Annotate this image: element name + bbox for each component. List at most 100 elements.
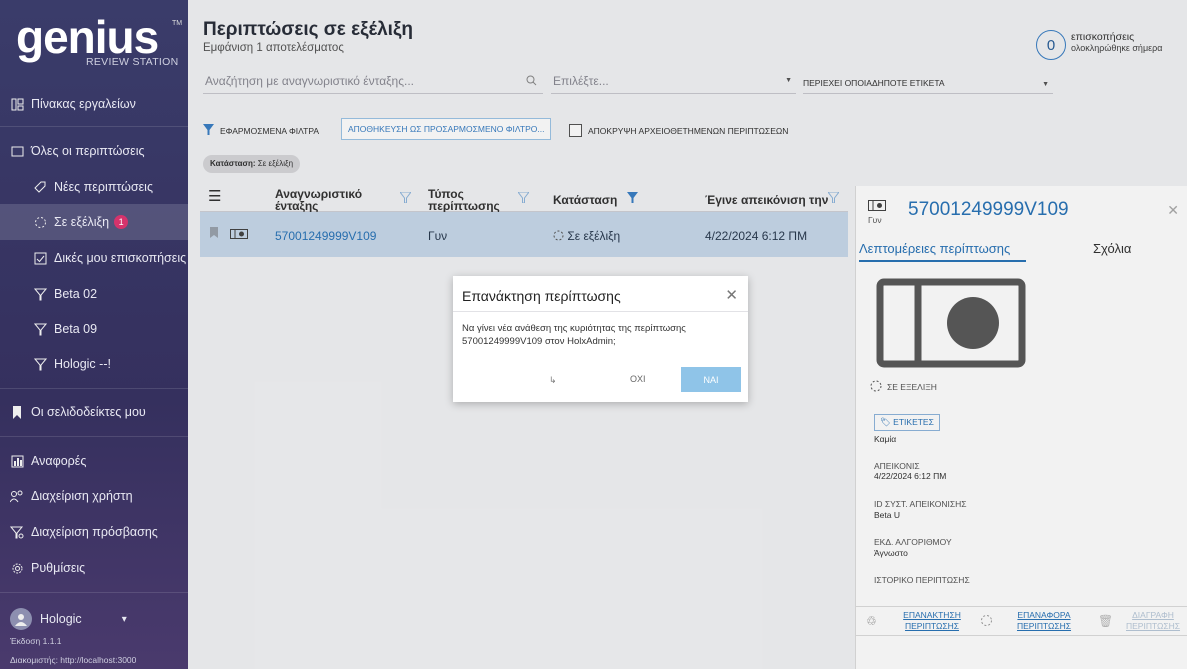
col-imaged[interactable]: Έγινε απεικόνιση την xyxy=(705,194,828,206)
user-menu[interactable]: Hologic ▾ xyxy=(10,608,127,630)
cell-accession[interactable]: 57001249999V109 xyxy=(275,229,376,243)
sidebar-item-in-progress[interactable]: Σε εξέλιξη 1 xyxy=(0,204,188,240)
col-case-type-line2: περίπτωσης xyxy=(428,199,500,213)
sidebar-item-access-management[interactable]: Διαχείριση πρόσβασης xyxy=(0,514,188,550)
sidebar-item-label: Διαχείριση πρόσβασης xyxy=(31,525,158,539)
panel-case-id: 57001249999V109 xyxy=(908,199,1069,220)
sidebar-item-label: Πίνακας εργαλείων xyxy=(31,97,136,111)
tags-button[interactable]: 🏷 ΕΤΙΚΕΤΕΣ xyxy=(874,414,940,431)
filter-icon[interactable] xyxy=(827,191,840,206)
cell-imaged: 4/22/2024 6:12 ΠΜ xyxy=(705,229,808,243)
app-logo: genius TM REVIEW STATION xyxy=(16,12,182,72)
bookmark-icon[interactable] xyxy=(210,227,218,241)
filter-icon[interactable] xyxy=(399,191,412,206)
col-accession[interactable]: Αναγνωριστικό ένταξης xyxy=(275,188,362,212)
case-select[interactable]: Επιλέξτε... ▼ xyxy=(551,72,796,94)
in-progress-icon xyxy=(980,614,993,630)
chip-key: Κατάσταση: xyxy=(210,159,256,168)
panel-status-text: ΣΕ ΕΞΕΛΙΞΗ xyxy=(887,382,937,392)
no-button[interactable]: ΟΧΙ xyxy=(630,374,646,384)
yes-button[interactable]: ΝΑΙ xyxy=(681,367,741,392)
sidebar-item-bookmarks[interactable]: Οι σελιδοδείκτες μου xyxy=(0,394,188,430)
system-id-label: ID ΣΥΣΤ. ΑΠΕΙΚΟΝΙΣΗΣ xyxy=(874,499,967,509)
sidebar-item-label: Οι σελιδοδείκτες μου xyxy=(31,405,146,419)
reclaim-line1: ΕΠΑΝΑΚΤΗΣΗ xyxy=(903,610,961,620)
in-progress-icon xyxy=(553,229,564,243)
folder-icon xyxy=(10,144,24,158)
hide-archived-checkbox[interactable]: ΑΠΟΚΡΥΨΗ ΑΡΧΕΙΟΘΕΤΗΜΕΝΩΝ ΠΕΡΙΠΤΩΣΕΩΝ xyxy=(569,124,788,137)
in-progress-icon xyxy=(33,215,47,229)
sidebar-item-user-management[interactable]: Διαχείριση χρήστη xyxy=(0,478,188,514)
close-icon[interactable]: ✕ xyxy=(1167,202,1179,219)
device-icon xyxy=(230,228,248,242)
tag-select-value: ΠΕΡΙΕΧΕΙ ΟΠΟΙΑΔΗΠΟΤΕ ΕΤΙΚΕΤΑ xyxy=(803,78,945,88)
save-custom-filter-button[interactable]: ΑΠΟΘΗΚΕΥΣΗ ΩΣ ΠΡΟΣΑΡΜΟΣΜΕΝΟ ΦΙΛΤΡΟ... xyxy=(341,118,552,140)
algorithm-value: Άγνωστο xyxy=(874,548,908,558)
gear-icon xyxy=(10,561,24,575)
sidebar-item-beta09[interactable]: Beta 09 xyxy=(0,311,188,347)
sidebar-item-all-cases[interactable]: Όλες οι περιπτώσεις xyxy=(0,133,188,169)
applied-filters-label: ΕΦΑΡΜΟΣΜΕΝΑ ΦΙΛΤΡΑ xyxy=(220,126,320,136)
sidebar-item-hologic[interactable]: Hologic --! xyxy=(0,346,188,382)
reset-line2: ΠΕΡΙΠΤΩΣΗΣ xyxy=(1016,621,1072,631)
sidebar-item-settings[interactable]: Ρυθμίσεις xyxy=(0,550,188,586)
filter-icon xyxy=(33,357,47,371)
page-title: Περιπτώσεις σε εξέλιξη xyxy=(203,19,414,40)
sidebar-item-beta02[interactable]: Beta 02 xyxy=(0,276,188,312)
table-header: ☰ Αναγνωριστικό ένταξης Τύπος περίπτωσης… xyxy=(200,185,848,212)
counter-label-line2: ολοκληρώθηκε σήμερα xyxy=(1071,43,1163,53)
new-tag-icon xyxy=(33,180,47,194)
reviews-counter: 0 xyxy=(1036,30,1066,60)
reclaim-dialog: Επανάκτηση περίπτωσης ✕ Να γίνει νέα ανά… xyxy=(453,276,748,402)
reclaim-case-button[interactable]: ΕΠΑΝΑΚΤΗΣΗ ΠΕΡΙΠΤΩΣΗΣ xyxy=(892,610,972,632)
device-large-icon xyxy=(876,278,1026,373)
version-text: Έκδοση 1.1.1 xyxy=(10,636,62,646)
sidebar-item-label: Δικές μου επισκοπήσεις xyxy=(54,251,187,265)
tab-comments[interactable]: Σχόλια xyxy=(1093,241,1131,256)
cursor-icon: ↳ xyxy=(549,375,557,385)
cell-status-text: Σε εξέλιξη xyxy=(567,229,621,243)
col-case-type[interactable]: Τύπος περίπτωσης xyxy=(428,188,500,212)
bookmark-icon xyxy=(10,405,24,419)
checkbox-icon xyxy=(33,251,47,265)
imaged-value: 4/22/2024 6:12 ΠΜ xyxy=(874,471,947,481)
panel-case-type: Γυν xyxy=(868,215,882,225)
reset-case-button[interactable]: ΕΠΑΝΑΦΟΡΑ ΠΕΡΙΠΤΩΣΗΣ xyxy=(1004,610,1084,632)
sidebar-item-label: Όλες οι περιπτώσεις xyxy=(31,144,145,158)
sidebar-item-dashboard[interactable]: Πίνακας εργαλείων xyxy=(0,86,188,122)
sidebar-item-label: Beta 09 xyxy=(54,322,98,336)
filter-icon[interactable] xyxy=(627,192,638,206)
menu-icon[interactable]: ☰ xyxy=(208,189,221,204)
col-status[interactable]: Κατάσταση xyxy=(553,194,617,206)
imaged-label: ΑΠΕΙΚΟΝΙΣ xyxy=(874,461,920,471)
filter-icon[interactable] xyxy=(517,191,530,206)
sidebar-item-label: Σε εξέλιξη xyxy=(54,215,110,229)
reclaim-icon: ♲ xyxy=(866,614,877,628)
dialog-title: Επανάκτηση περίπτωσης xyxy=(462,288,621,304)
case-details-panel: Γυν 57001249999V109 ✕ Λεπτομέρειες περίπ… xyxy=(855,186,1187,669)
sidebar-item-new-cases[interactable]: Νέες περιπτώσεις xyxy=(0,169,188,205)
case-history-link[interactable]: ΙΣΤΟΡΙΚΟ ΠΕΡΙΠΤΩΣΗΣ xyxy=(874,575,970,585)
algorithm-label: ΕΚΔ. ΑΛΓΟΡΙΘΜΟΥ xyxy=(874,537,952,547)
search-input[interactable]: Αναζήτηση με αναγνωριστικό ένταξης... xyxy=(203,72,543,94)
search-icon xyxy=(526,75,537,89)
delete-line2: ΠΕΡΙΠΤΩΣΗΣ xyxy=(1125,621,1181,631)
sidebar-item-reports[interactable]: Αναφορές xyxy=(0,443,188,479)
chevron-down-icon: ▾ xyxy=(121,613,127,625)
tab-case-details[interactable]: Λεπτομέρειες περίπτωσης xyxy=(859,241,1026,262)
select-placeholder: Επιλέξτε... xyxy=(553,74,609,88)
tag-match-select[interactable]: ΠΕΡΙΕΧΕΙ ΟΠΟΙΑΔΗΠΟΤΕ ΕΤΙΚΕΤΑ ▼ xyxy=(803,76,1053,94)
trash-icon: 🗑 xyxy=(1098,614,1114,628)
delete-case-button[interactable]: ΔΙΑΓΡΑΦΗ ΠΕΡΙΠΤΩΣΗΣ xyxy=(1118,610,1187,632)
close-icon[interactable]: ✕ xyxy=(725,286,738,304)
table-row[interactable]: 57001249999V109 Γυν Σε εξέλιξη 4/22/2024… xyxy=(200,212,848,257)
sidebar-item-my-reviews[interactable]: Δικές μου επισκοπήσεις xyxy=(0,240,188,276)
tags-button-label: ΕΤΙΚΕΤΕΣ xyxy=(893,417,934,427)
filter-icon xyxy=(33,287,47,301)
sidebar-item-label: Beta 02 xyxy=(54,287,98,301)
cell-type: Γυν xyxy=(428,229,448,243)
in-progress-icon xyxy=(870,380,887,394)
applied-filters[interactable]: ΕΦΑΡΜΟΣΜΕΝΑ ΦΙΛΤΡΑ xyxy=(203,124,319,138)
count-badge: 1 xyxy=(114,215,129,229)
status-filter-chip[interactable]: Κατάσταση: Σε εξέλιξη xyxy=(203,155,301,173)
